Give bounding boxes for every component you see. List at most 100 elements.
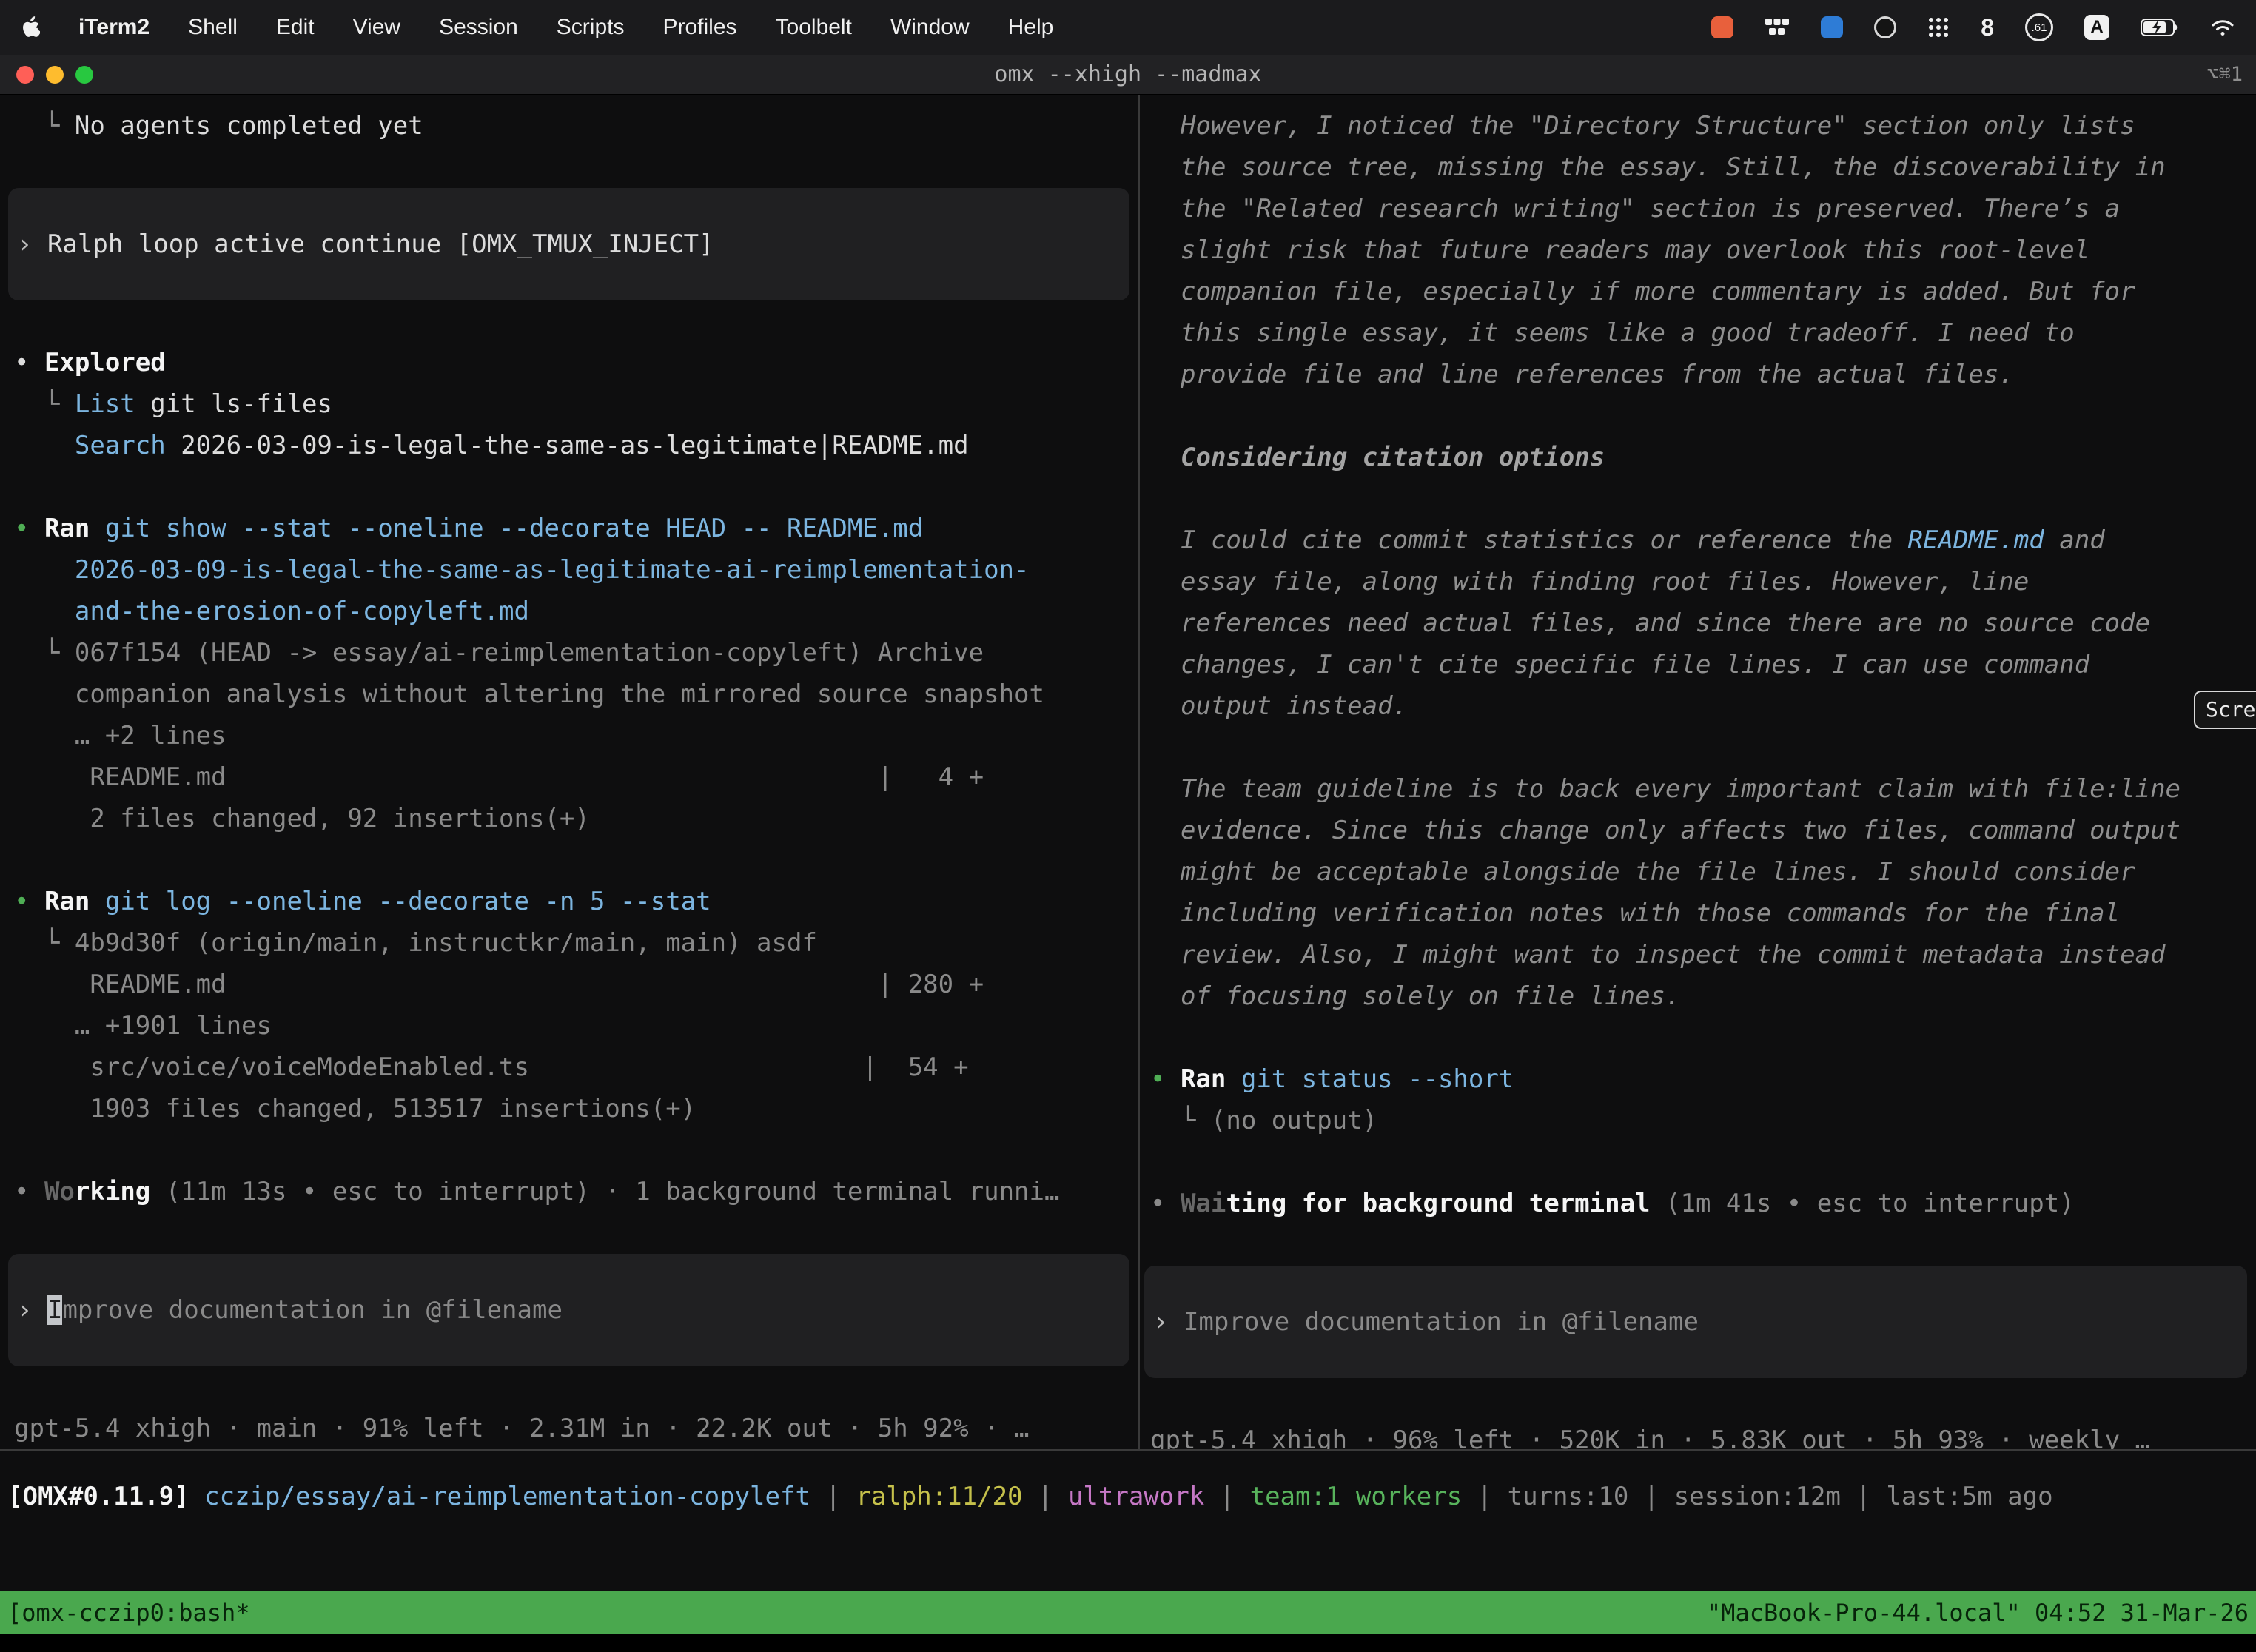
text-segment: … +2 lines — [14, 721, 226, 751]
text-segment — [90, 887, 104, 916]
text-segment: Considering citation options — [1181, 443, 1605, 472]
blue-app-icon[interactable] — [1821, 16, 1843, 38]
text-segment: turns:10 — [1508, 1482, 1629, 1511]
terminal-line: output instead. — [1150, 685, 2256, 727]
wifi-icon[interactable] — [2210, 18, 2235, 37]
text-segment: last:5m ago — [1886, 1482, 2052, 1511]
text-segment: • — [14, 1177, 44, 1206]
menu-view[interactable]: View — [353, 15, 400, 40]
window-shortcut-badge: ⌥⌘1 — [2206, 63, 2256, 86]
text-segment: gpt-5.4 xhigh · main · 91% left · 2.31M … — [14, 1414, 1029, 1443]
terminal-line: essay file, along with finding root file… — [1150, 561, 2256, 602]
text-segment: ultrawork — [1068, 1482, 1204, 1511]
menu-app-name[interactable]: iTerm2 — [78, 15, 150, 40]
battery-percent-icon[interactable]: .61 — [2025, 13, 2053, 41]
menu-toolbelt[interactable]: Toolbelt — [776, 15, 852, 40]
waiting-status: • Waiting for background terminal (1m 41… — [1150, 1183, 2256, 1224]
text-segment: 2026-03-09-is-legal-the-same-as-legitima… — [75, 555, 1030, 585]
text-segment: | — [1841, 1482, 1886, 1511]
battery-icon[interactable] — [2141, 19, 2179, 36]
text-segment: 2 files changed, 92 insertions(+) — [14, 804, 590, 833]
text-segment — [90, 514, 104, 543]
terminal-line: Search 2026-03-09-is-legal-the-same-as-l… — [14, 425, 1138, 466]
text-segment: • — [14, 887, 44, 916]
text-segment: (11m 13s • esc to interrupt) · 1 backgro… — [150, 1177, 1059, 1206]
reasoning-heading: Considering citation options — [1150, 437, 2256, 478]
text-segment: 2026-03-09-is-legal-the-same-as-legitima… — [166, 431, 969, 460]
text-segment: › — [1153, 1307, 1184, 1337]
right-pane-content[interactable]: However, I noticed the "Directory Struct… — [1140, 95, 2256, 1449]
key-icon[interactable]: 8 — [1981, 14, 1994, 41]
menu-session[interactable]: Session — [439, 15, 518, 40]
left-pane-content[interactable]: └ No agents completed yet › Ralph loop ac… — [0, 95, 1138, 1449]
text-segment: • — [14, 348, 44, 377]
blank-line — [14, 839, 1138, 881]
ran-command: • Ran git show --stat --oneline --decora… — [14, 508, 1138, 549]
apple-menu-icon[interactable] — [21, 16, 40, 39]
close-window-button[interactable] — [16, 66, 34, 84]
text-segment: companion file, especially if more comme… — [1181, 277, 2135, 306]
prompt-input[interactable]: › Improve documentation in @filename — [8, 1254, 1129, 1366]
terminal-line: references need actual files, and since … — [1150, 602, 2256, 644]
terminal-line: the "Related research writing" section i… — [1150, 188, 2256, 229]
dark-circle-icon[interactable] — [1874, 16, 1896, 38]
text-segment — [14, 555, 75, 585]
text-segment: └ — [14, 928, 75, 958]
terminal-line: companion file, especially if more comme… — [1150, 271, 2256, 312]
menubar-menus: iTerm2 Shell Edit View Session Scripts Profil… — [21, 15, 1053, 40]
text-segment: 1903 files changed, 513517 insertions(+) — [14, 1094, 696, 1124]
bottom-gap — [0, 1634, 2256, 1652]
text-segment: provide file and line references from th… — [1181, 360, 2014, 389]
screen-recording-indicator-icon[interactable] — [1711, 16, 1733, 38]
text-segment: review. Also, I might want to inspect th… — [1181, 940, 2166, 970]
ran-command: • Ran git status --short — [1150, 1058, 2256, 1100]
terminal-line: this single essay, it seems like a good … — [1150, 312, 2256, 354]
text-segment: No agents completed yet — [75, 111, 423, 141]
terminal-line: 2 files changed, 92 insertions(+) — [14, 798, 1138, 839]
text-segment: Search — [75, 431, 166, 460]
text-segment: … +1901 lines — [14, 1011, 272, 1041]
menu-items-container: Shell Edit View Session Scripts Profiles Toolb… — [188, 15, 1053, 40]
text-segment: Wai — [1181, 1189, 1226, 1218]
text-segment: List — [75, 389, 135, 419]
menu-profiles[interactable]: Profiles — [662, 15, 736, 40]
text-segment: (no output) — [1211, 1106, 1377, 1135]
terminal-line: I could cite commit statistics or refere… — [1150, 520, 2256, 561]
terminal-line: └ 4b9d30f (origin/main, instructkr/main,… — [14, 922, 1138, 964]
menu-help[interactable]: Help — [1008, 15, 1054, 40]
menu-scripts[interactable]: Scripts — [557, 15, 625, 40]
text-segment: including verification notes with those … — [1181, 899, 2120, 928]
minimize-window-button[interactable] — [46, 66, 64, 84]
text-segment — [1226, 1064, 1241, 1094]
text-segment: gpt-5.4 xhigh · 96% left · 520K in · 5.8… — [1150, 1426, 2150, 1449]
tmux-session-label: [omx-cczip0:bash* — [7, 1599, 250, 1627]
grid-icon[interactable] — [1765, 18, 1790, 37]
menu-window[interactable]: Window — [890, 15, 970, 40]
menu-shell[interactable]: Shell — [188, 15, 238, 40]
text-segment: Improve documentation in @filename — [1184, 1307, 1699, 1337]
terminal-line: The team guideline is to back every impo… — [1150, 768, 2256, 810]
terminal-line: companion analysis without altering the … — [14, 674, 1138, 715]
terminal-line: and-the-erosion-of-copyleft.md — [14, 591, 1138, 632]
screen-edge-tooltip[interactable]: Scre — [2194, 691, 2256, 729]
text-segment: git status --short — [1241, 1064, 1514, 1094]
terminal-line: README.md | 280 + — [14, 964, 1138, 1005]
terminal-line: However, I noticed the "Directory Struct… — [1150, 105, 2256, 147]
prompt-input[interactable]: › Improve documentation in @filename — [1144, 1266, 2247, 1378]
window-title: omx --xhigh --madmax — [994, 61, 1261, 87]
input-source-icon[interactable]: A — [2084, 15, 2109, 40]
ralph-loop-banner[interactable]: › Ralph loop active continue [OMX_TMUX_I… — [8, 188, 1129, 300]
terminal-line: of focusing solely on file lines. — [1150, 976, 2256, 1017]
omx-status-area: [OMX#0.11.9] cczip/essay/ai-reimplementa… — [0, 1451, 2256, 1591]
terminal-line: └ 067f154 (HEAD -> essay/ai-reimplementa… — [14, 632, 1138, 674]
text-segment: Ran — [44, 887, 90, 916]
window-titlebar[interactable]: omx --xhigh --madmax ⌥⌘1 — [0, 55, 2256, 95]
dots-grid-icon[interactable] — [1927, 16, 1950, 38]
text-segment: › — [17, 229, 47, 259]
text-segment: README.md | 280 + — [14, 970, 984, 999]
zoom-window-button[interactable] — [75, 66, 93, 84]
menu-edit[interactable]: Edit — [276, 15, 315, 40]
text-segment: README.md | 4 + — [14, 762, 984, 792]
blank-line — [1150, 1141, 2256, 1183]
text-segment: › — [17, 1295, 47, 1325]
